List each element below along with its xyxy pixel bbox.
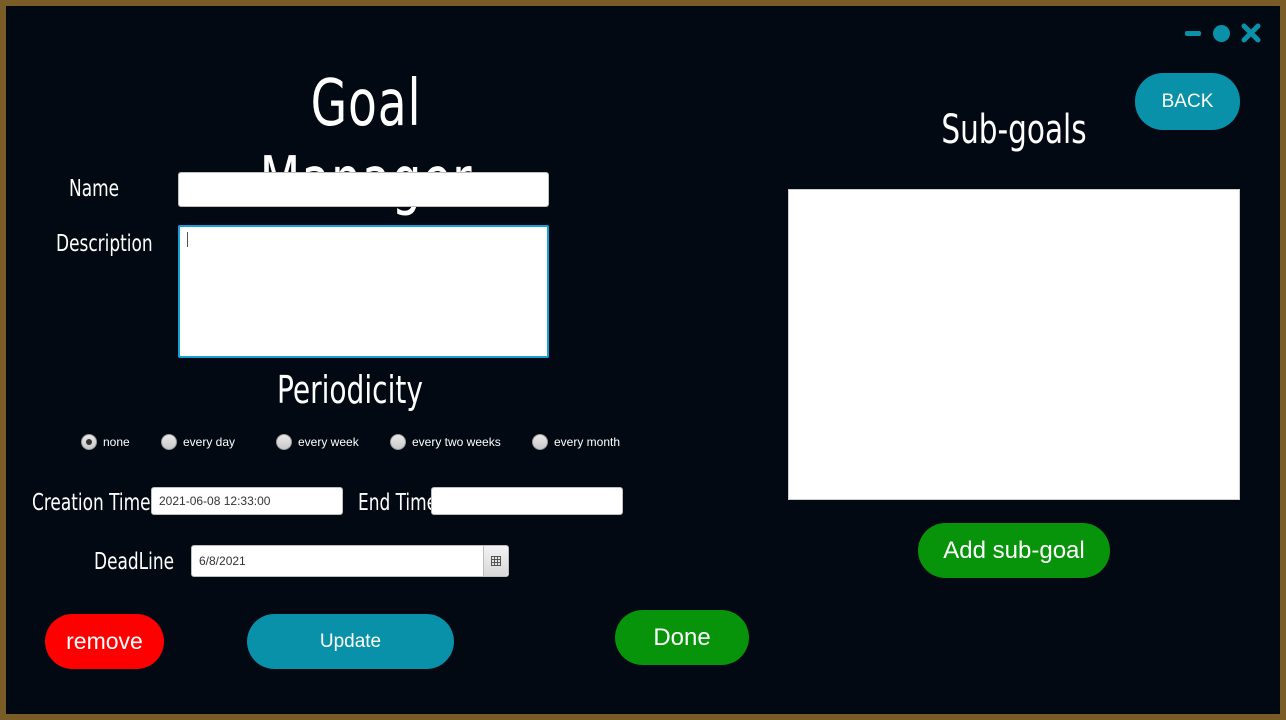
radio-button[interactable]	[390, 434, 406, 450]
description-field[interactable]	[178, 225, 549, 358]
add-subgoal-button[interactable]: Add sub-goal	[918, 523, 1110, 578]
maximize-icon[interactable]	[1212, 23, 1230, 43]
minimize-icon[interactable]	[1185, 23, 1201, 43]
radio-every-day[interactable]: every day	[161, 433, 235, 451]
done-button[interactable]: Done	[615, 610, 749, 665]
text-caret	[187, 232, 188, 247]
creation-time-label: Creation Time	[32, 490, 151, 516]
back-button[interactable]: BACK	[1135, 73, 1240, 130]
creation-time-field[interactable]: 2021-06-08 12:33:00	[151, 487, 343, 515]
radio-every-week[interactable]: every week	[276, 433, 359, 451]
radio-label: every two weeks	[412, 435, 501, 449]
subgoals-list[interactable]	[788, 189, 1240, 500]
radio-button[interactable]	[276, 434, 292, 450]
name-field[interactable]	[178, 172, 549, 207]
deadline-label: DeadLine	[94, 549, 175, 575]
end-time-field[interactable]	[431, 487, 623, 515]
radio-button[interactable]	[532, 434, 548, 450]
radio-label: every month	[554, 435, 621, 449]
radio-label: every day	[183, 435, 236, 449]
deadline-value[interactable]: 6/8/2021	[199, 546, 246, 576]
subgoals-title: Sub-goals	[941, 107, 1087, 153]
radio-none[interactable]: none	[81, 433, 130, 451]
end-time-label: End Time	[358, 490, 438, 516]
calendar-icon[interactable]	[483, 546, 508, 576]
radio-every-month[interactable]: every month	[532, 433, 620, 451]
description-label: Description	[56, 231, 153, 257]
periodicity-title: Periodicity	[277, 368, 423, 412]
close-icon[interactable]	[1240, 23, 1262, 43]
radio-label: none	[103, 435, 130, 449]
deadline-date-picker[interactable]: 6/8/2021	[191, 545, 509, 577]
radio-label: every week	[298, 435, 359, 449]
radio-every-two-weeks[interactable]: every two weeks	[390, 433, 501, 451]
name-label: Name	[69, 176, 120, 202]
remove-button[interactable]: remove	[45, 614, 164, 669]
goal-manager-window: Goal Manager Sub-goals Name Description …	[6, 6, 1280, 714]
radio-button-selected[interactable]	[81, 434, 97, 450]
update-button[interactable]: Update	[247, 614, 454, 669]
radio-button[interactable]	[161, 434, 177, 450]
